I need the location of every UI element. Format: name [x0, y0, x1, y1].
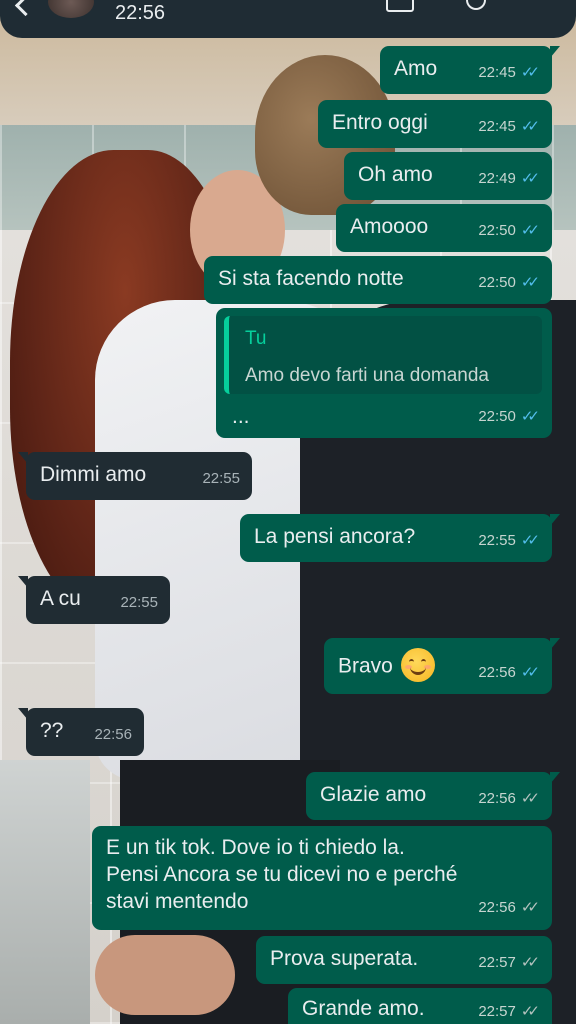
chat-header: 22:56 [0, 0, 576, 38]
message-text: ... [232, 405, 250, 428]
message-time: 22:49 [478, 170, 516, 187]
message-text: A cu [40, 587, 81, 610]
delivered-ticks-icon: ✓✓ [520, 898, 540, 916]
message-incoming[interactable]: Dimmi amo 22:55 [18, 452, 252, 500]
message-outgoing[interactable]: Bravo 22:56 ✓✓ [324, 638, 560, 694]
message-text: La pensi ancora? [254, 525, 416, 548]
message-time: 22:56 [94, 726, 132, 743]
message-time: 22:57 [478, 1003, 516, 1020]
message-incoming[interactable]: ?? 22:56 [18, 708, 144, 756]
message-outgoing[interactable]: Grande amo. 22:57 ✓✓ [288, 988, 552, 1024]
message-line: Pensi Ancora se tu dicevi no e perché [106, 863, 458, 886]
message-time: 22:57 [478, 954, 516, 971]
message-outgoing[interactable]: Glazie amo 22:56 ✓✓ [306, 772, 560, 820]
message-text: Entro oggi [332, 111, 428, 134]
message-text: Dimmi amo [40, 463, 147, 486]
message-outgoing[interactable]: Si sta facendo notte 22:50 ✓✓ [204, 256, 552, 304]
message-outgoing[interactable]: Entro oggi 22:45 ✓✓ [318, 100, 552, 148]
read-ticks-icon: ✓✓ [520, 169, 540, 187]
delivered-ticks-icon: ✓✓ [520, 1002, 540, 1020]
message-text: Oh amo [358, 163, 433, 186]
delivered-ticks-icon: ✓✓ [520, 953, 540, 971]
message-time: 22:45 [478, 64, 516, 81]
read-ticks-icon: ✓✓ [520, 221, 540, 239]
header-time: 22:56 [115, 2, 166, 24]
delivered-ticks-icon: ✓✓ [520, 789, 540, 807]
message-text: Amoooo [350, 215, 429, 238]
message-time: 22:55 [478, 532, 516, 549]
back-arrow-icon[interactable] [14, 0, 37, 17]
message-time: 22:55 [120, 594, 158, 611]
quote-text: Amo devo farti una domanda [245, 365, 489, 386]
message-text: Grande amo. [302, 997, 425, 1020]
message-outgoing[interactable]: E un tik tok. Dove io ti chiedo la. Pens… [92, 826, 552, 930]
message-time: 22:50 [478, 274, 516, 291]
message-time: 22:56 [478, 899, 516, 916]
message-time: 22:45 [478, 118, 516, 135]
read-ticks-icon: ✓✓ [520, 407, 540, 425]
message-text: Si sta facendo notte [218, 267, 404, 290]
message-text: ?? [40, 719, 64, 742]
read-ticks-icon: ✓✓ [520, 117, 540, 135]
message-outgoing[interactable]: Prova superata. 22:57 ✓✓ [256, 936, 552, 984]
message-outgoing[interactable]: La pensi ancora? 22:55 ✓✓ [240, 514, 560, 562]
video-call-icon[interactable] [386, 0, 414, 12]
message-incoming[interactable]: A cu 22:55 [18, 576, 170, 624]
message-time: 22:50 [478, 222, 516, 239]
message-outgoing[interactable]: Amo 22:45 ✓✓ [380, 46, 560, 94]
quote-author: Tu [245, 328, 267, 349]
read-ticks-icon: ✓✓ [520, 63, 540, 81]
quoted-message[interactable]: Tu Amo devo farti una domanda [224, 316, 542, 394]
message-outgoing[interactable]: Oh amo 22:49 ✓✓ [344, 152, 552, 200]
smiling-face-emoji-icon [400, 648, 435, 682]
read-ticks-icon: ✓✓ [520, 663, 540, 681]
voice-call-icon[interactable] [466, 0, 486, 10]
message-text: Bravo [338, 654, 393, 678]
message-line: E un tik tok. Dove io ti chiedo la. [106, 836, 405, 859]
read-ticks-icon: ✓✓ [520, 273, 540, 291]
message-text: Amo [394, 57, 438, 80]
message-outgoing-reply[interactable]: Tu Amo devo farti una domanda ... 22:50 ✓… [216, 308, 552, 438]
contact-avatar[interactable] [48, 0, 94, 18]
message-time: 22:50 [478, 408, 516, 425]
message-time: 22:55 [202, 470, 240, 487]
message-time: 22:56 [478, 664, 516, 681]
message-text: Prova superata. [270, 947, 419, 970]
message-time: 22:56 [478, 790, 516, 807]
read-ticks-icon: ✓✓ [520, 531, 540, 549]
message-text: Glazie amo [320, 783, 427, 806]
message-outgoing[interactable]: Amoooo 22:50 ✓✓ [336, 204, 552, 252]
